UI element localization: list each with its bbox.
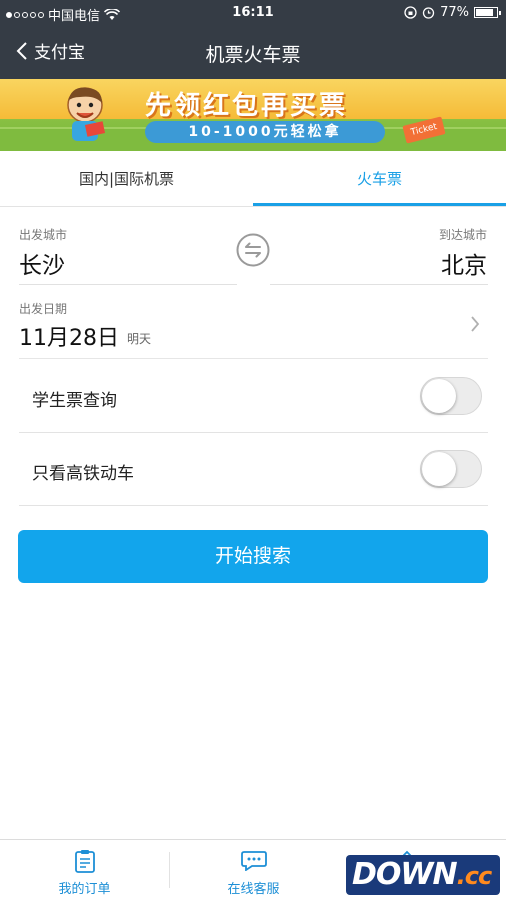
online-service-button[interactable]: 在线客服: [169, 840, 338, 901]
promo-banner[interactable]: 先领红包再买票 10-1000元轻松拿 Ticket: [0, 79, 506, 151]
alarm-icon: [422, 7, 435, 19]
tab-train[interactable]: 火车票: [253, 152, 506, 206]
from-city-field[interactable]: 长沙: [19, 246, 65, 280]
chevron-right-icon[interactable]: [470, 315, 480, 333]
lock-rotation-icon: [404, 6, 417, 19]
divider: [19, 284, 237, 285]
date-note: 明天: [127, 332, 152, 346]
nav-bar: 支付宝 机票火车票: [0, 26, 506, 79]
date-field[interactable]: 11月28日: [19, 320, 119, 352]
to-city-label: 到达城市: [438, 228, 487, 242]
from-city-label: 出发城市: [19, 228, 68, 242]
divider: [270, 284, 488, 285]
my-orders-label: 我的订单: [58, 882, 111, 897]
search-button[interactable]: 开始搜索: [18, 530, 488, 583]
divider: [19, 505, 488, 506]
banner-subline: 10-1000元轻松拿: [145, 121, 385, 143]
divider: [19, 358, 488, 359]
tab-bar: 国内|国际机票 火车票: [0, 152, 506, 207]
student-ticket-toggle[interactable]: [420, 377, 482, 415]
tab-flights[interactable]: 国内|国际机票: [0, 152, 253, 206]
watermark-logo: DOWN.cc: [346, 855, 500, 895]
battery-percent: 77%: [440, 5, 469, 20]
high-speed-only-label: 只看高铁动车: [32, 464, 134, 484]
high-speed-only-toggle[interactable]: [420, 450, 482, 488]
status-bar: 中国电信 16:11 77%: [0, 0, 506, 26]
header: 中国电信 16:11 77% 支付宝 机票火车票: [0, 0, 506, 79]
date-label: 出发日期: [19, 302, 68, 316]
cartoon-boy-icon: [67, 87, 106, 141]
chat-icon: [240, 851, 267, 872]
banner-headline: 先领红包再买票: [145, 91, 349, 121]
page-title: 机票火车票: [205, 44, 301, 66]
to-city-field[interactable]: 北京: [441, 246, 487, 280]
student-ticket-row: 学生票查询: [19, 360, 488, 432]
swap-cities-icon[interactable]: [236, 233, 270, 267]
order-icon: [74, 850, 95, 873]
battery-icon: [474, 7, 501, 18]
my-orders-button[interactable]: 我的订单: [0, 840, 169, 901]
high-speed-only-row: 只看高铁动车: [19, 433, 488, 505]
online-service-label: 在线客服: [227, 882, 280, 897]
student-ticket-label: 学生票查询: [32, 391, 117, 411]
